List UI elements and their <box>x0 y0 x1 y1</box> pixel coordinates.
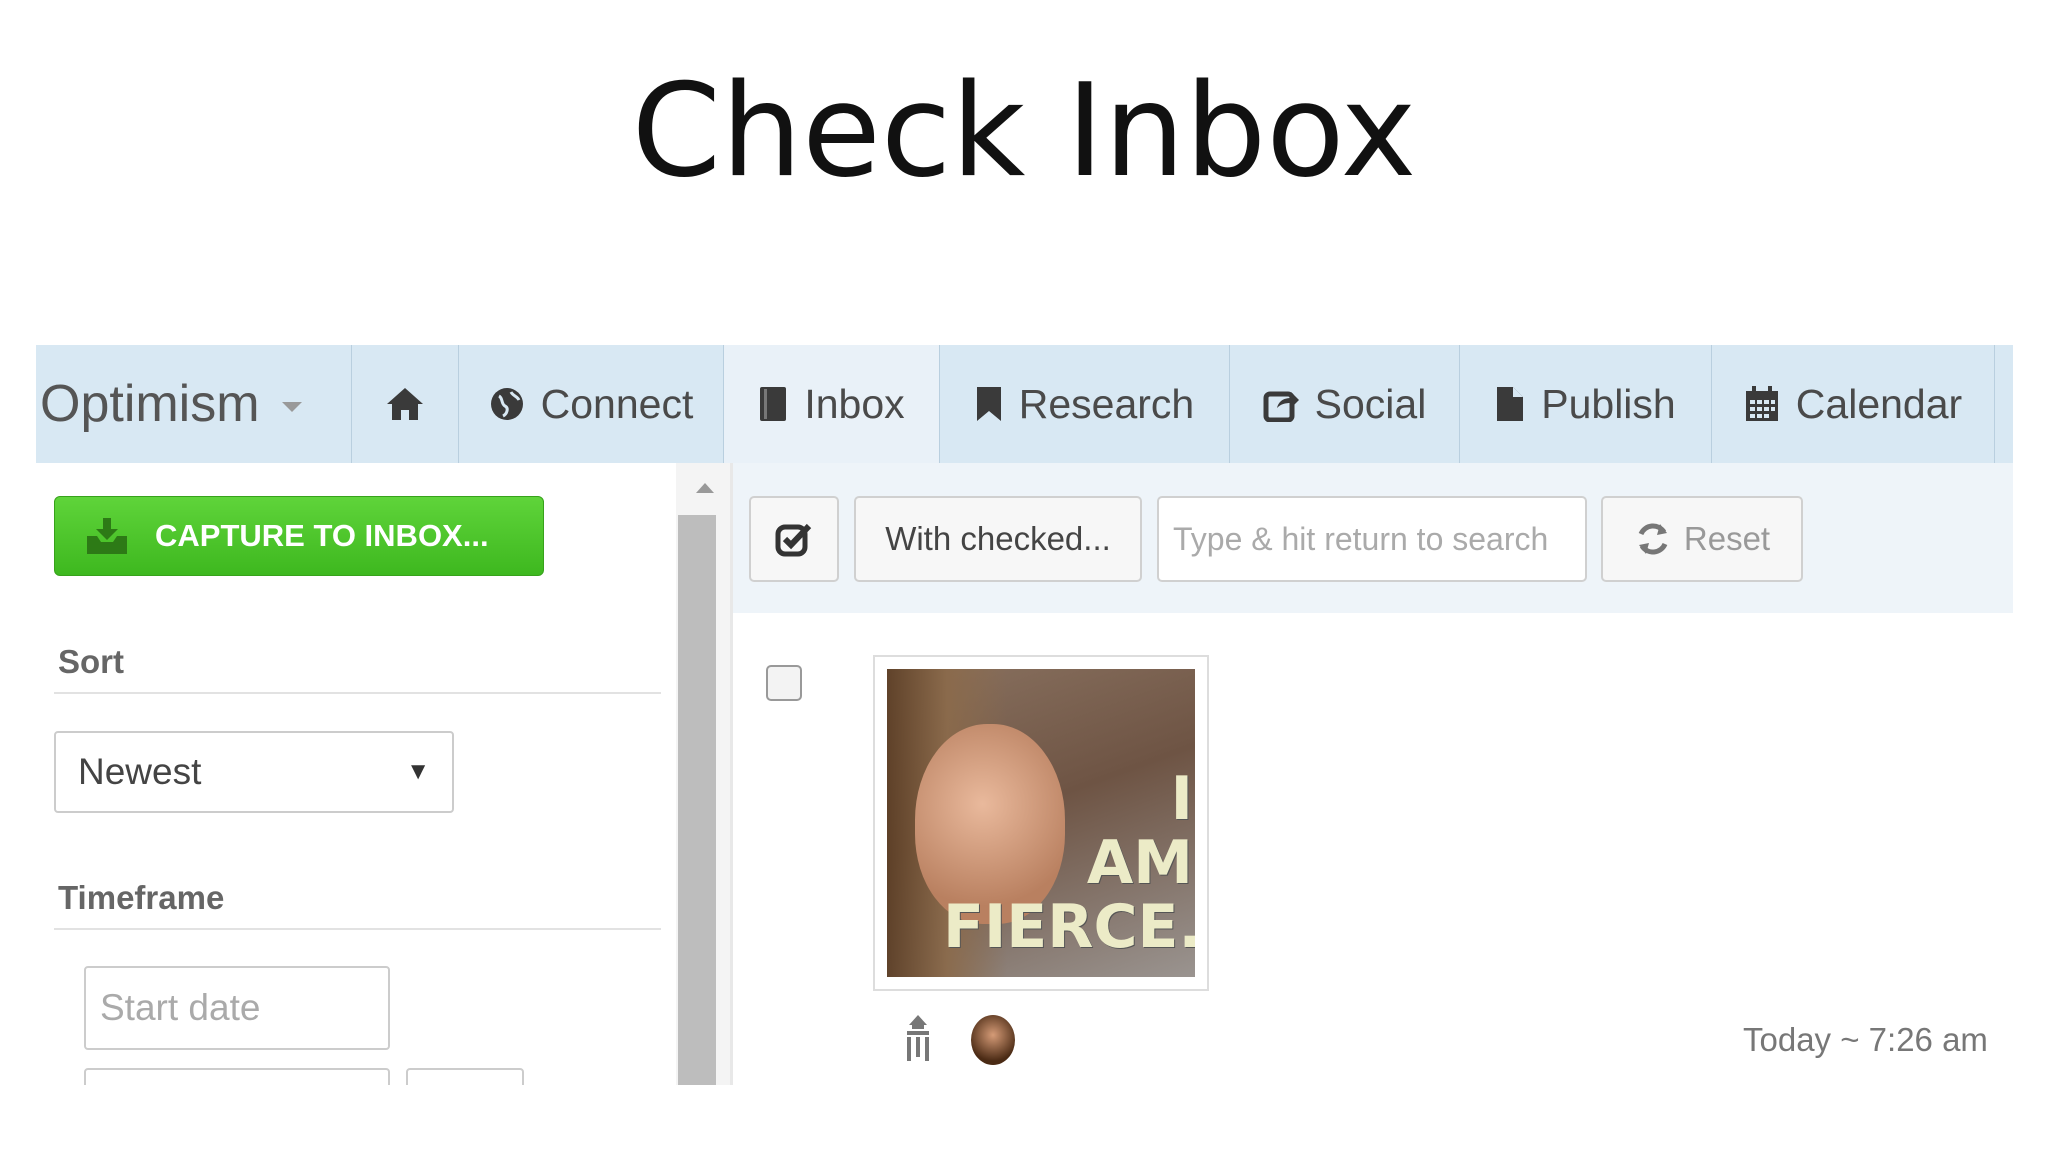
refresh-icon <box>1638 523 1668 555</box>
sidebar: CAPTURE TO INBOX... Sort Newest ▼ Timefr… <box>36 463 734 1085</box>
nav-inbox[interactable]: Inbox <box>723 345 939 463</box>
with-checked-button[interactable]: With checked... <box>854 496 1142 582</box>
item-checkbox[interactable] <box>766 665 802 701</box>
nav-publish[interactable]: Publish <box>1459 345 1711 463</box>
inbox-content: I AM FIERCE. Today ~ 7:26 am <box>733 613 2013 1085</box>
with-checked-label: With checked... <box>885 520 1111 557</box>
dropdown-arrow-icon: ▼ <box>406 758 430 785</box>
nav-label: Calendar <box>1795 380 1963 427</box>
chevron-down-icon <box>281 402 302 412</box>
image-caption: I AM FIERCE. <box>943 764 1195 962</box>
sort-heading: Sort <box>58 643 124 680</box>
brand-name: Optimism <box>40 375 260 433</box>
nav-label: Publish <box>1541 380 1676 427</box>
image-caption-line: AM <box>1086 828 1193 898</box>
file-icon <box>1497 387 1524 421</box>
search-input[interactable]: Type & hit return to search <box>1157 496 1587 582</box>
calendar-icon <box>1745 386 1778 421</box>
image-caption-line: FIERCE. <box>943 892 1195 962</box>
select-all-button[interactable] <box>749 496 839 582</box>
scroll-up-arrow-icon[interactable] <box>696 483 714 493</box>
nav-label: Inbox <box>804 380 905 427</box>
date-picker-button[interactable] <box>406 1068 524 1085</box>
timeframe-heading: Timeframe <box>58 879 225 916</box>
check-square-icon <box>775 523 812 557</box>
divider <box>54 692 661 694</box>
reset-label: Reset <box>1683 520 1771 557</box>
item-image: I AM FIERCE. <box>887 669 1195 977</box>
nav-social[interactable]: Social <box>1229 345 1459 463</box>
nav-connect[interactable]: Connect <box>458 345 723 463</box>
bookmark-icon <box>976 387 1001 421</box>
reset-button[interactable]: Reset <box>1601 496 1803 582</box>
end-date-input[interactable] <box>84 1068 390 1085</box>
sort-value: Newest <box>78 751 202 792</box>
image-caption-line: I <box>1170 764 1193 834</box>
nav-research[interactable]: Research <box>939 345 1229 463</box>
nav-label: Research <box>1018 380 1195 427</box>
nav-divider <box>1994 345 1995 463</box>
capture-label: CAPTURE TO INBOX... <box>155 518 489 553</box>
capture-to-inbox-button[interactable]: CAPTURE TO INBOX... <box>54 496 544 576</box>
start-date-placeholder: Start date <box>100 987 261 1028</box>
share-icon <box>1263 391 1299 422</box>
brand-menu[interactable]: Optimism <box>36 345 351 463</box>
inbox-toolbar: With checked... Type & hit return to sea… <box>733 463 2013 614</box>
sort-select[interactable]: Newest ▼ <box>54 731 454 813</box>
nav-calendar[interactable]: Calendar <box>1711 345 1994 463</box>
divider <box>54 928 661 930</box>
top-navbar: Optimism Connect Inbox Research Social P… <box>36 345 2013 464</box>
nav-label: Social <box>1314 380 1427 427</box>
nav-home[interactable] <box>351 345 458 463</box>
item-timestamp: Today ~ 7:26 am <box>1743 1021 1988 1058</box>
tag-icon[interactable] <box>903 1013 933 1063</box>
book-icon <box>760 387 787 421</box>
inbox-item-card[interactable]: I AM FIERCE. <box>873 655 1209 991</box>
download-tray-icon <box>87 518 127 554</box>
app-window: Optimism Connect Inbox Research Social P… <box>36 345 2013 1085</box>
nav-label: Connect <box>540 380 694 427</box>
avatar[interactable] <box>971 1015 1015 1065</box>
scrollbar-thumb[interactable] <box>678 515 716 1085</box>
globe-icon <box>490 388 523 420</box>
start-date-input[interactable]: Start date <box>84 966 390 1050</box>
search-placeholder: Type & hit return to search <box>1173 520 1549 557</box>
slide-title: Check Inbox <box>631 57 1417 206</box>
home-icon <box>387 388 423 420</box>
